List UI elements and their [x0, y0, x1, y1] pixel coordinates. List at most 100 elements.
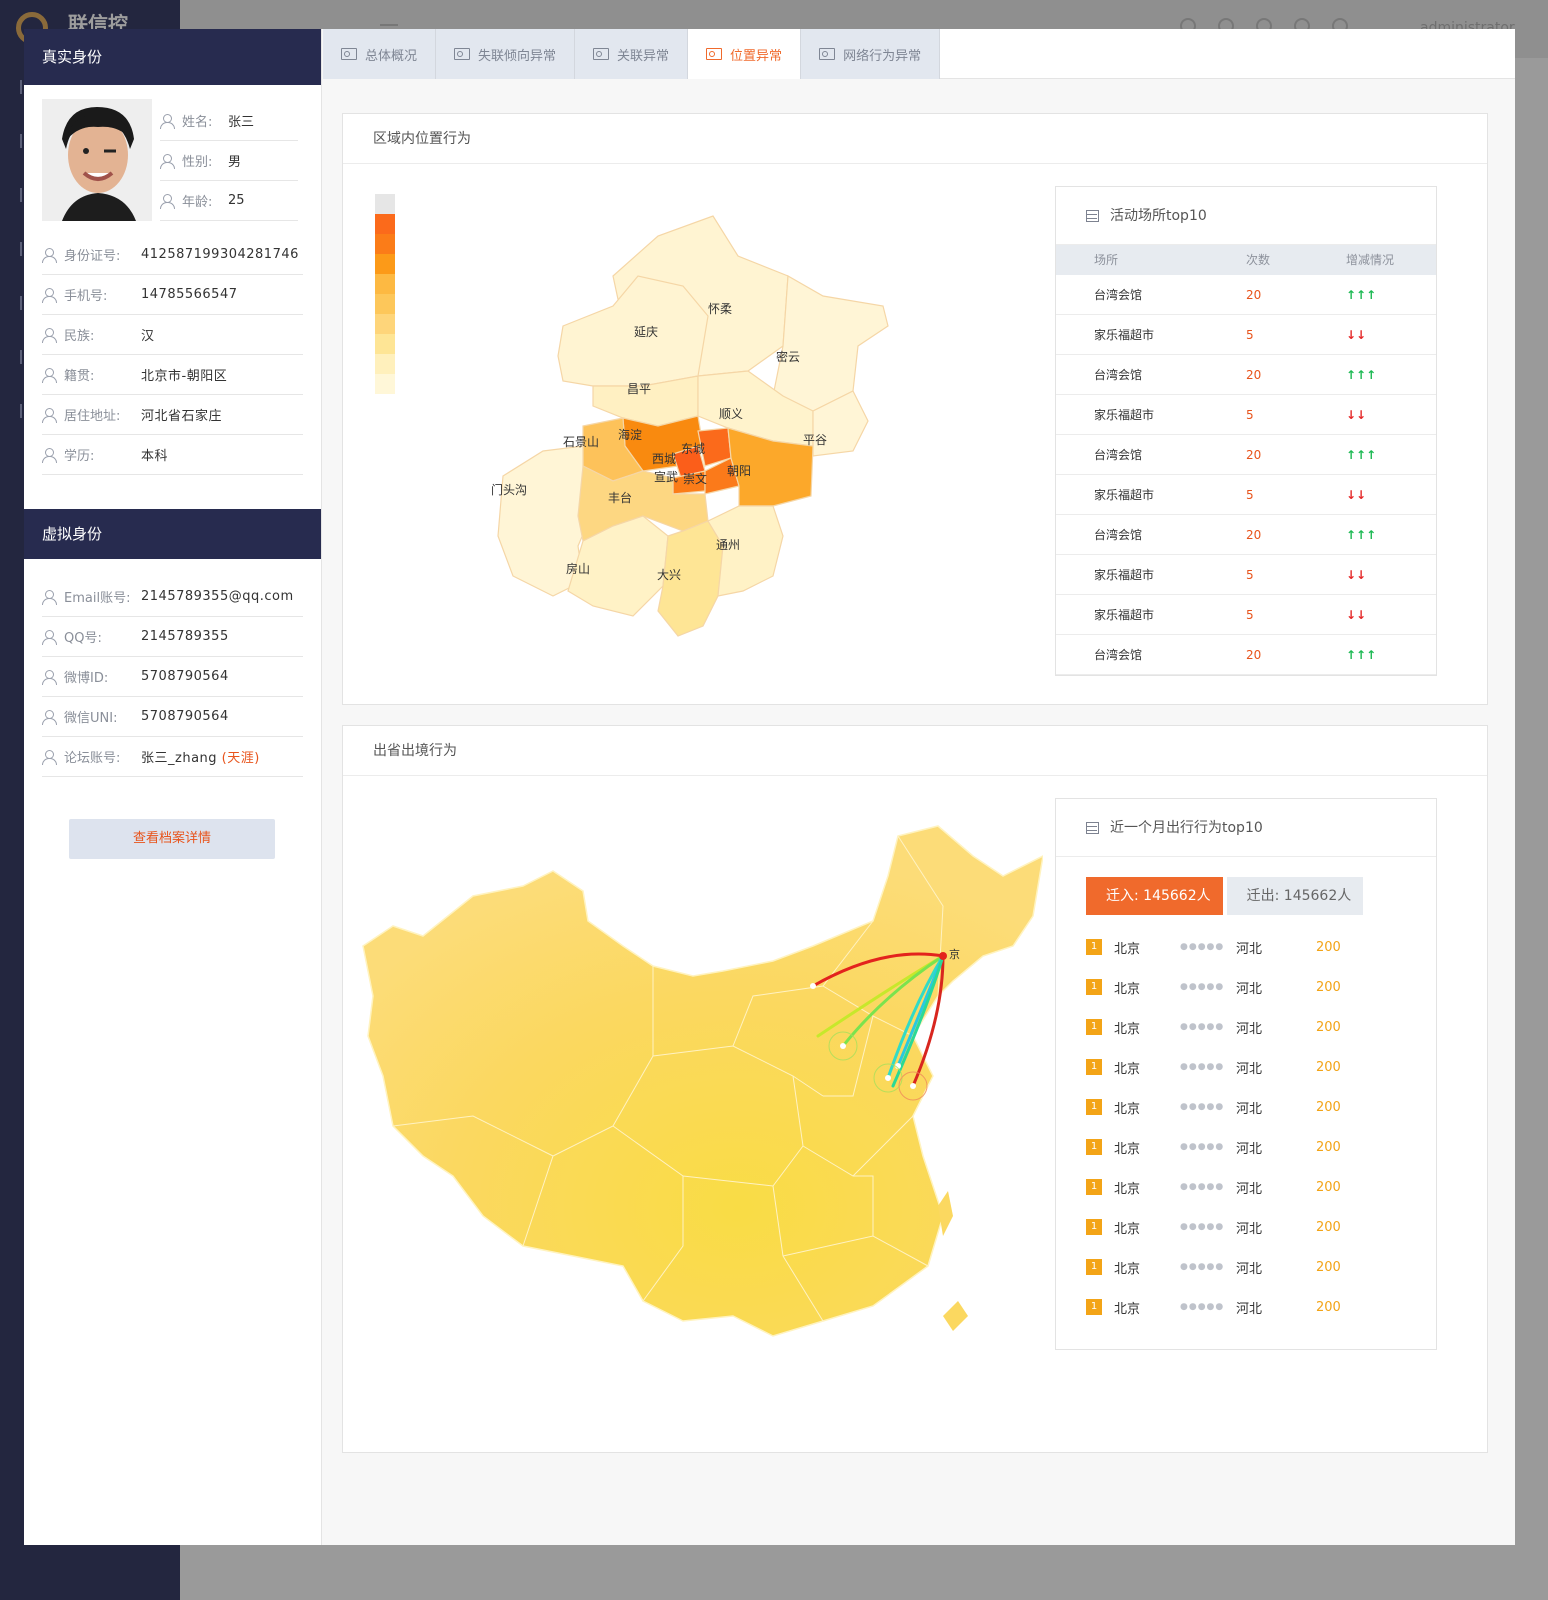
table-row[interactable]: 家乐福超市 5 ↓↓	[1056, 555, 1436, 595]
profile-modal: 真实身份 姓名: 张三 性别: 男 年龄: 25 身份证号: 412587199…	[24, 29, 1515, 1545]
to-province: 河北	[1236, 1061, 1263, 1077]
list-item[interactable]: 1 北京 ●●●●● 河北 200	[1056, 967, 1436, 1007]
tab-lost-contact[interactable]: 失联倾向异常	[436, 29, 576, 79]
from-city: 北京	[1114, 1141, 1141, 1157]
travel-list: 1 北京 ●●●●● 河北 200 1 北京 ●●●●● 河北 200 1 北京 ●●●●● 河北 200 1…	[1056, 927, 1436, 1327]
user-icon	[42, 287, 57, 303]
trend-cell: ↓↓	[1346, 568, 1367, 582]
list-item[interactable]: 1 北京 ●●●●● 河北 200	[1056, 1127, 1436, 1167]
place-cell: 家乐福超市	[1094, 608, 1155, 622]
field-value: 张三_zhang (天涯)	[141, 751, 260, 766]
rank-badge: 1	[1086, 939, 1102, 955]
place-cell: 台湾会馆	[1094, 288, 1143, 302]
count-value: 200	[1316, 979, 1341, 995]
district-label: 延庆	[634, 325, 658, 339]
list-item[interactable]: 1 北京 ●●●●● 河北 200	[1056, 927, 1436, 967]
route-dots: ●●●●●	[1180, 1062, 1225, 1072]
district-miyun[interactable]	[772, 275, 889, 412]
card-icon	[819, 48, 836, 60]
district-label: 海淀	[618, 427, 642, 442]
legend-swatch	[375, 354, 395, 374]
trend-cell: ↓↓	[1346, 408, 1367, 422]
list-item[interactable]: 1 北京 ●●●●● 河北 200	[1056, 1087, 1436, 1127]
field-value: 2145789355@qq.com	[141, 589, 294, 604]
list-item[interactable]: 1 北京 ●●●●● 河北 200	[1056, 1247, 1436, 1287]
table-row[interactable]: 家乐福超市 5 ↓↓	[1056, 315, 1436, 355]
route-dots: ●●●●●	[1180, 942, 1225, 952]
table-row[interactable]: 台湾会馆 20 ↑↑↑	[1056, 435, 1436, 475]
gender-label: 性别:	[182, 155, 213, 170]
table-row[interactable]: 台湾会馆 20 ↑↑↑	[1056, 355, 1436, 395]
count-value: 200	[1316, 1099, 1341, 1115]
field-value: 本科	[141, 449, 169, 464]
table-row[interactable]: 台湾会馆 20 ↑↑↑	[1056, 275, 1436, 315]
tab-association[interactable]: 关联异常	[575, 29, 689, 79]
virtual-identity-title: 虚拟身份	[24, 509, 321, 559]
route-dots: ●●●●●	[1180, 982, 1225, 992]
field-value: 2145789355	[141, 629, 229, 644]
view-archive-button[interactable]: 查看档案详情	[69, 819, 275, 859]
trend-cell: ↓↓	[1346, 608, 1367, 622]
place-cell: 台湾会馆	[1094, 528, 1143, 542]
to-province: 河北	[1236, 1021, 1263, 1037]
route-dots: ●●●●●	[1180, 1302, 1225, 1312]
user-icon	[42, 709, 57, 725]
trend-cell: ↑↑↑	[1346, 648, 1377, 662]
real-identity-fields: 身份证号: 412587199304281746 手机号: 14785566547 …	[24, 235, 321, 475]
list-item[interactable]: 1 北京 ●●●●● 河北 200	[1056, 1207, 1436, 1247]
district-label: 丰台	[608, 490, 632, 505]
activity-top10-table: 活动场所top10 场所 次数 增减情况 台湾会馆 20 ↑↑↑ 家乐福超市 5 ↓↓ 台湾…	[1055, 186, 1437, 676]
list-item[interactable]: 1 北京 ●●●●● 河北 200	[1056, 1047, 1436, 1087]
legend-swatch	[375, 234, 395, 254]
list-item[interactable]: 1 北京 ●●●●● 河北 200	[1056, 1167, 1436, 1207]
table-row[interactable]: 家乐福超市 5 ↓↓	[1056, 595, 1436, 635]
table-row[interactable]: 家乐福超市 5 ↓↓	[1056, 475, 1436, 515]
tab-network[interactable]: 网络行为异常	[801, 29, 941, 79]
count-cell: 20	[1246, 288, 1262, 302]
field-value: 412587199304281746	[141, 247, 299, 262]
from-city: 北京	[1114, 1221, 1141, 1237]
list-item[interactable]: 1 北京 ●●●●● 河北 200	[1056, 1007, 1436, 1047]
table-row[interactable]: 台湾会馆 20 ↑↑↑	[1056, 515, 1436, 555]
legend-swatch	[375, 274, 395, 294]
user-icon	[42, 327, 57, 343]
field-label: 身份证号:	[64, 249, 121, 264]
route-dots: ●●●●●	[1180, 1262, 1225, 1272]
age-value: 25	[228, 193, 245, 208]
field-label: QQ号:	[64, 631, 102, 646]
legend-swatch	[375, 334, 395, 354]
user-icon	[42, 629, 57, 645]
user-icon	[42, 367, 57, 383]
place-cell: 台湾会馆	[1094, 648, 1143, 662]
district-label: 石景山	[563, 435, 599, 449]
field-label: 学历:	[64, 449, 95, 464]
tab-location[interactable]: 位置异常	[688, 29, 802, 79]
tab-move-out[interactable]: 迁出: 145662人	[1226, 877, 1364, 915]
count-value: 200	[1316, 939, 1341, 955]
count-cell: 5	[1246, 568, 1254, 582]
field-label: 籍贯:	[64, 369, 95, 384]
island-taiwan	[938, 1191, 953, 1236]
count-value: 200	[1316, 1139, 1341, 1155]
from-city: 北京	[1114, 941, 1141, 957]
table-row[interactable]: 台湾会馆 20 ↑↑↑	[1056, 635, 1436, 675]
table-row[interactable]: 家乐福超市 5 ↓↓	[1056, 395, 1436, 435]
real-identity-title: 真实身份	[24, 29, 321, 85]
color-legend	[375, 194, 395, 394]
user-icon	[42, 589, 57, 605]
count-value: 200	[1316, 1299, 1341, 1315]
trend-cell: ↓↓	[1346, 328, 1367, 342]
name-label: 姓名:	[182, 115, 213, 130]
district-label: 西城	[652, 452, 676, 466]
district-label: 东城	[681, 442, 705, 456]
tab-overview[interactable]: 总体概况	[323, 29, 437, 79]
from-city: 北京	[1114, 1061, 1141, 1077]
list-item[interactable]: 1 北京 ●●●●● 河北 200	[1056, 1287, 1436, 1327]
tab-move-in[interactable]: 迁入: 145662人	[1086, 877, 1223, 915]
district-label: 崇文	[683, 471, 707, 486]
trend-cell: ↑↑↑	[1346, 448, 1377, 462]
to-province: 河北	[1236, 1261, 1263, 1277]
place-cell: 台湾会馆	[1094, 448, 1143, 462]
count-cell: 20	[1246, 528, 1262, 542]
tab-bar: 总体概况 失联倾向异常 关联异常 位置异常 网络行为异常	[323, 29, 1515, 79]
